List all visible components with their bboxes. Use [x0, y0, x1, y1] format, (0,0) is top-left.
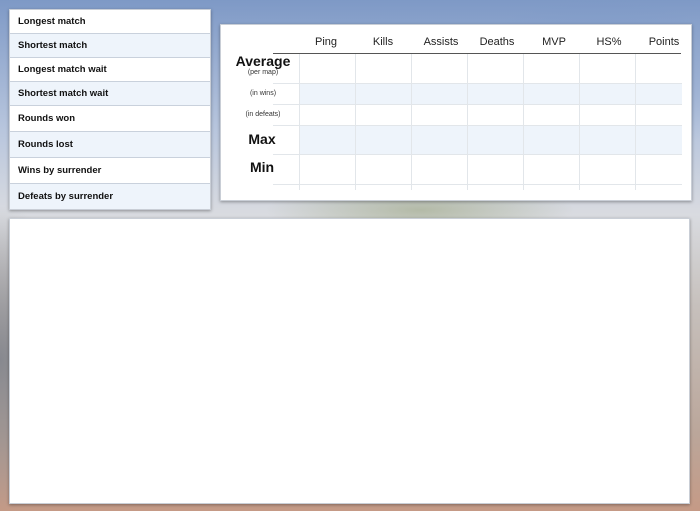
grid-line	[579, 54, 580, 190]
column-header-kills: Kills	[372, 36, 394, 48]
stat-rounds-lost[interactable]: Rounds lost	[10, 132, 210, 158]
grid-line	[411, 54, 412, 190]
stat-wins-by-surrender[interactable]: Wins by surrender	[10, 158, 210, 184]
stat-longest-match-wait[interactable]: Longest match wait	[10, 58, 210, 82]
grid-line	[523, 54, 524, 190]
column-header-ping: Ping	[314, 36, 338, 48]
column-header-assists: Assists	[423, 36, 459, 48]
content-panel	[9, 218, 690, 504]
grid-line	[273, 184, 682, 185]
stat-rounds-won[interactable]: Rounds won	[10, 106, 210, 132]
table-row-band	[299, 83, 682, 104]
grid-line	[635, 54, 636, 190]
stat-longest-match[interactable]: Longest match	[10, 10, 210, 34]
stat-shortest-match[interactable]: Shortest match	[10, 34, 210, 58]
row-label-in-defeats: (in defeats)	[245, 111, 281, 118]
stats-list: Longest match Shortest match Longest mat…	[9, 9, 211, 210]
column-header-mvp: MVP	[542, 36, 566, 48]
column-header-hs-percent: HS%	[596, 36, 622, 48]
grid-line	[273, 83, 682, 84]
stat-shortest-match-wait[interactable]: Shortest match wait	[10, 82, 210, 106]
column-header-points: Points	[648, 36, 680, 48]
row-label-min: Min	[249, 159, 275, 175]
grid-line	[355, 54, 356, 190]
stat-defeats-by-surrender[interactable]: Defeats by surrender	[10, 184, 210, 209]
stats-table: Ping Kills Assists Deaths MVP HS% Points…	[220, 24, 692, 201]
row-label-in-wins: (in wins)	[249, 90, 277, 97]
grid-line	[467, 54, 468, 190]
row-label-average: Average	[235, 53, 291, 69]
column-header-deaths: Deaths	[479, 36, 515, 48]
table-row-band	[299, 125, 682, 154]
grid-line	[273, 125, 682, 126]
row-label-max: Max	[248, 131, 276, 147]
row-label-per-map: (per map)	[247, 69, 279, 76]
grid-line	[273, 154, 682, 155]
header-rule	[273, 53, 681, 54]
grid-line	[273, 104, 682, 105]
